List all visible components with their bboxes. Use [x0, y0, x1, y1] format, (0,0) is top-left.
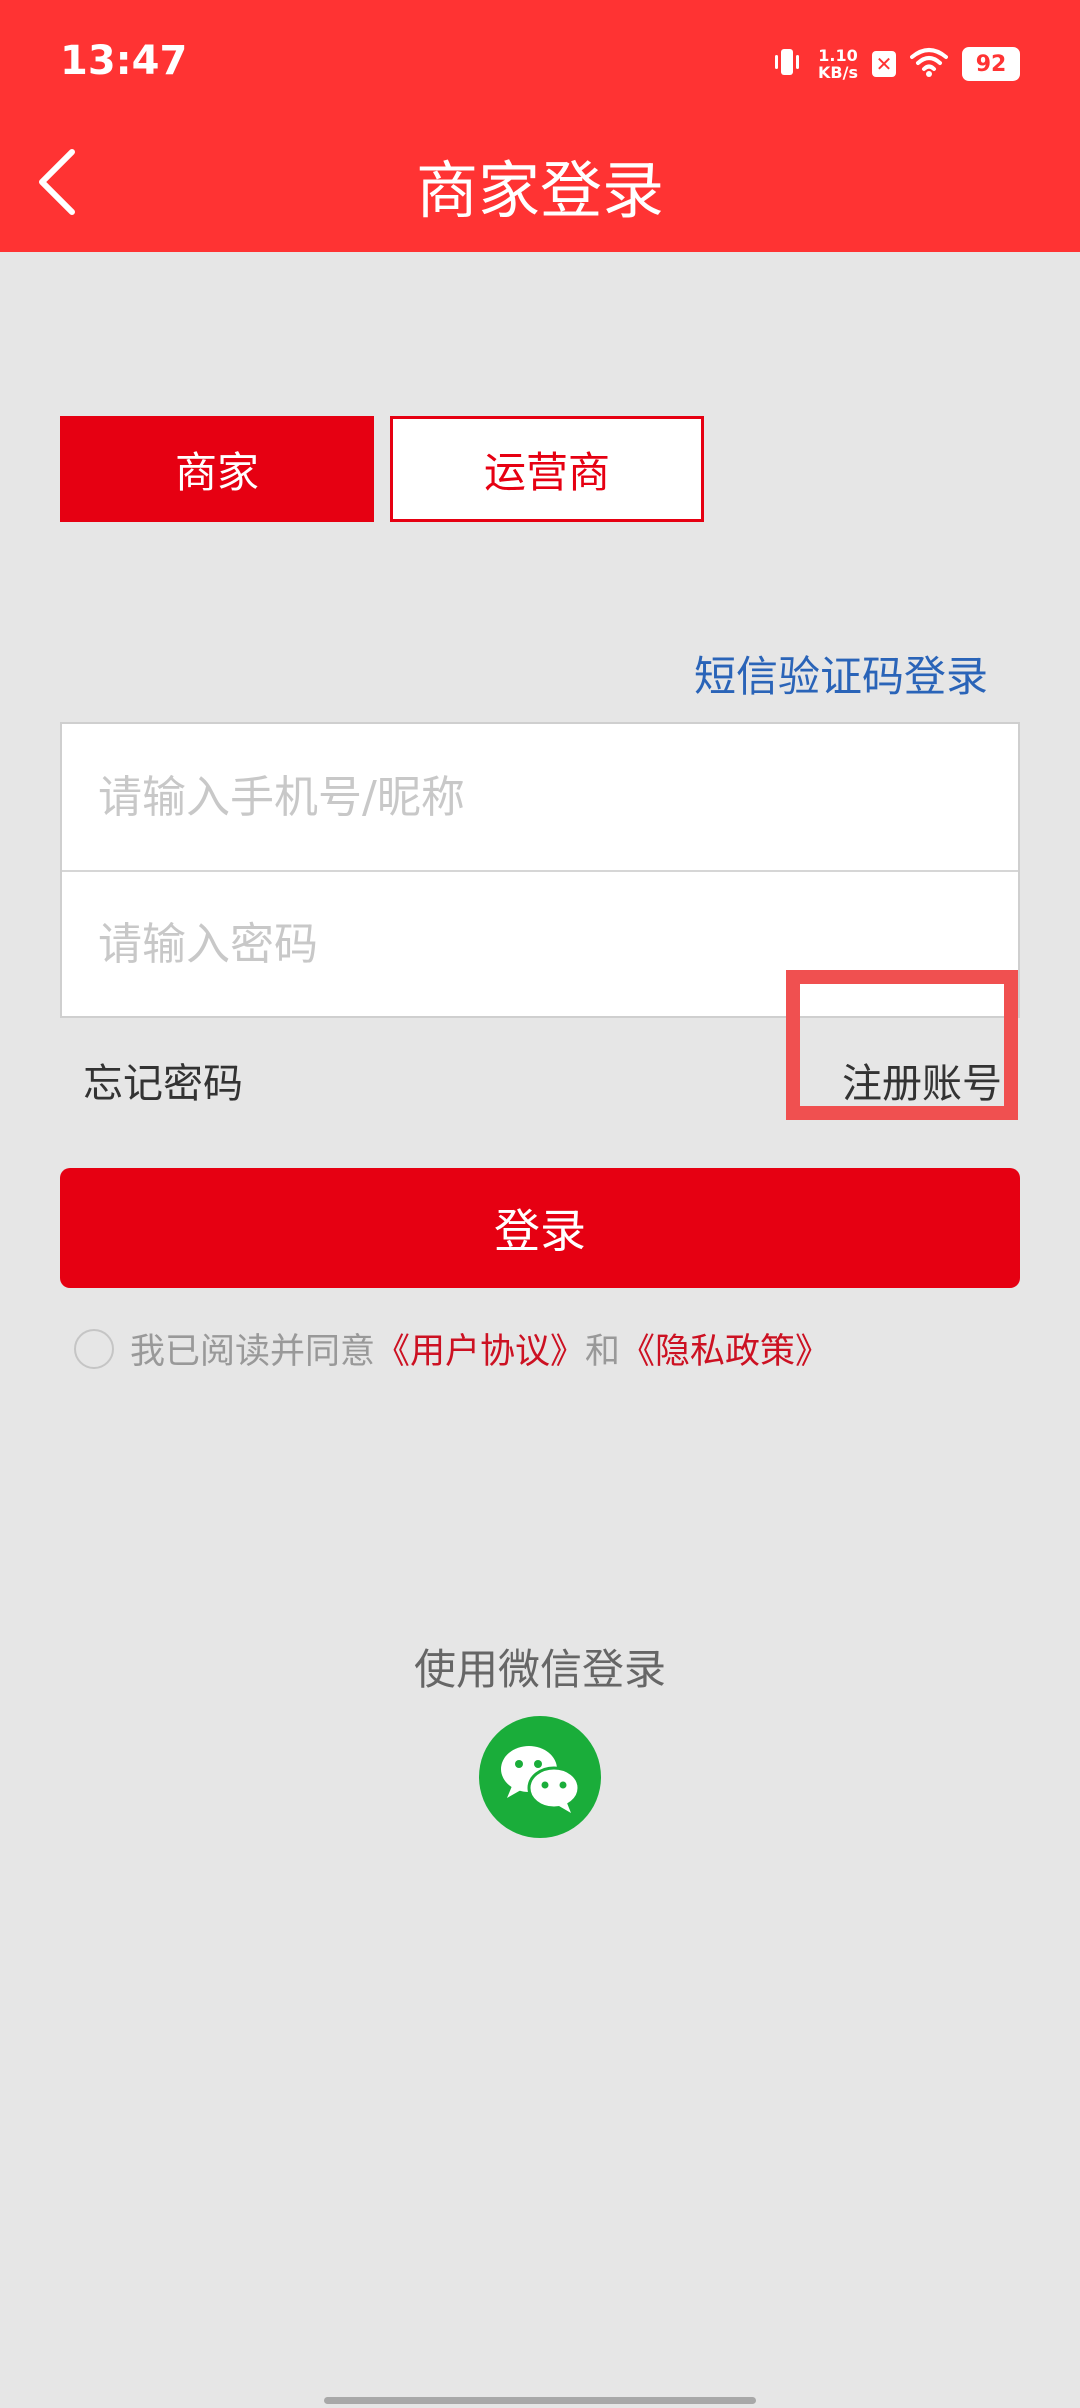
network-speed-unit: KB/s [818, 63, 858, 82]
page-title: 商家登录 [415, 154, 664, 227]
vibrate-icon [770, 45, 804, 83]
app-header: 13:47 1.10 KB/s ✕ 92 商家登录 [0, 0, 1080, 252]
network-speed-value: 1.10 [818, 46, 858, 65]
agreement-row: 我已阅读并同意 《用户协议》 和 《隐私政策》 [74, 1323, 830, 1374]
wechat-login-label: 使用微信登录 [413, 1645, 666, 1694]
agreement-prefix: 我已阅读并同意 [130, 1332, 376, 1372]
wifi-icon [910, 47, 948, 81]
agreement-checkbox[interactable] [74, 1328, 114, 1369]
wechat-icon [501, 1746, 581, 1813]
privacy-policy-link[interactable]: 《隐私政策》 [620, 1323, 830, 1374]
user-agreement-link[interactable]: 《用户协议》 [375, 1323, 585, 1374]
phone-input[interactable] [96, 770, 1018, 824]
sms-login-link[interactable]: 短信验证码登录 [694, 643, 988, 704]
home-indicator[interactable] [324, 2397, 756, 2404]
network-speed: 1.10 KB/s [818, 47, 858, 81]
tab-operator[interactable]: 运营商 [390, 416, 704, 522]
wechat-login-button[interactable] [479, 1716, 601, 1838]
login-button[interactable]: 登录 [60, 1168, 1020, 1288]
battery-icon: 92 [962, 47, 1020, 81]
status-icons: 1.10 KB/s ✕ 92 [770, 40, 1020, 88]
phone-field-row [62, 724, 1018, 870]
password-input[interactable] [96, 917, 1018, 971]
forgot-password-link[interactable]: 忘记密码 [83, 1051, 243, 1109]
highlight-box [786, 970, 1018, 1120]
notification-x-icon: ✕ [872, 51, 896, 77]
status-time: 13:47 [60, 38, 188, 84]
agreement-and: 和 [585, 1332, 621, 1372]
tab-merchant[interactable]: 商家 [60, 416, 374, 522]
